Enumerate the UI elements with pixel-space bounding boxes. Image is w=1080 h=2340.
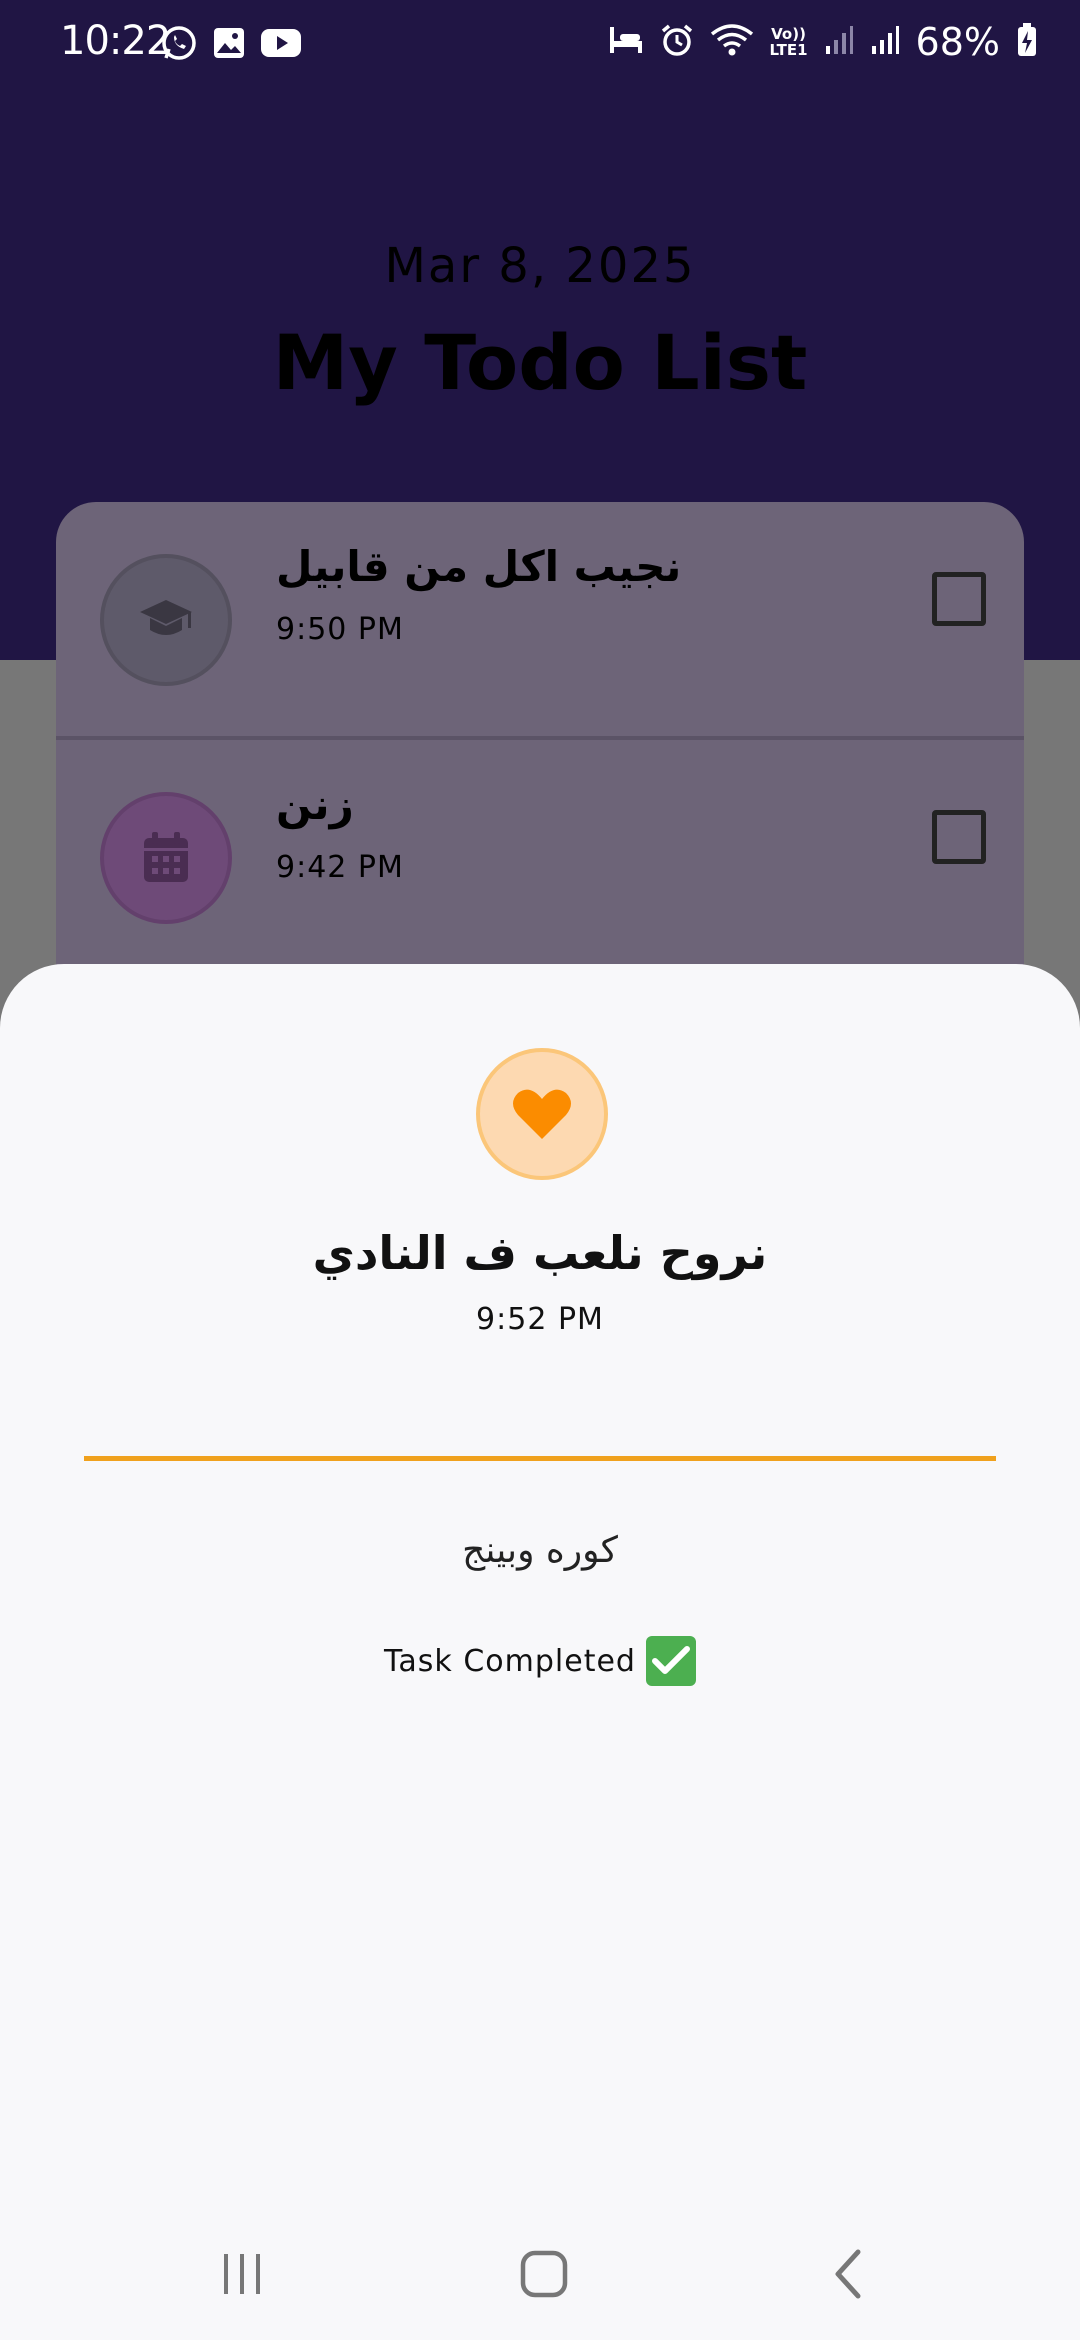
detail-description: كوره وبينج [462, 1530, 618, 1571]
home-icon[interactable] [514, 2244, 574, 2304]
detail-time: 9:52 PM [476, 1302, 604, 1337]
status-bar: 10:22 Vo)) LTE1 68% [0, 0, 1080, 88]
volte-icon: Vo)) LTE1 [769, 25, 808, 59]
battery-charging-icon [1016, 22, 1038, 62]
battery-percent: 68% [915, 20, 1000, 64]
task-list: نجيب اكل من قابيل 9:50 PM زنن 9:42 PM [56, 502, 1024, 1002]
signal-icon-2 [870, 24, 900, 60]
back-icon[interactable] [818, 2244, 878, 2304]
divider [84, 1456, 996, 1461]
status-time: 10:22 [60, 18, 171, 64]
task-title: زنن [276, 780, 354, 829]
navigation-bar [0, 2204, 1080, 2340]
gallery-icon [212, 26, 246, 64]
task-time: 9:50 PM [276, 612, 404, 647]
heart-icon [476, 1048, 608, 1180]
youtube-icon [260, 27, 302, 63]
alarm-icon [660, 23, 694, 61]
list-item[interactable]: نجيب اكل من قابيل 9:50 PM [56, 502, 1024, 736]
detail-title: نروح نلعب ف النادي [312, 1226, 768, 1280]
task-checkbox[interactable] [932, 810, 986, 864]
task-detail-sheet: نروح نلعب ف النادي 9:52 PM كوره وبينج Ta… [0, 964, 1080, 2204]
completed-label: Task Completed [384, 1643, 636, 1679]
whatsapp-icon [160, 24, 198, 66]
calendar-icon [100, 792, 232, 924]
sleep-mode-icon [608, 25, 644, 59]
graduation-cap-icon [100, 554, 232, 686]
task-title: نجيب اكل من قابيل [276, 542, 682, 591]
header-date: Mar 8, 2025 [384, 238, 696, 294]
signal-icon [824, 24, 854, 60]
list-item[interactable]: زنن 9:42 PM [56, 736, 1024, 974]
check-icon [645, 1636, 696, 1686]
recents-icon[interactable] [212, 2244, 272, 2304]
completed-status: Task Completed [0, 1636, 1080, 1686]
wifi-icon [710, 22, 754, 62]
task-time: 9:42 PM [276, 850, 404, 885]
task-checkbox[interactable] [932, 572, 986, 626]
page-title: My Todo List [272, 318, 808, 407]
